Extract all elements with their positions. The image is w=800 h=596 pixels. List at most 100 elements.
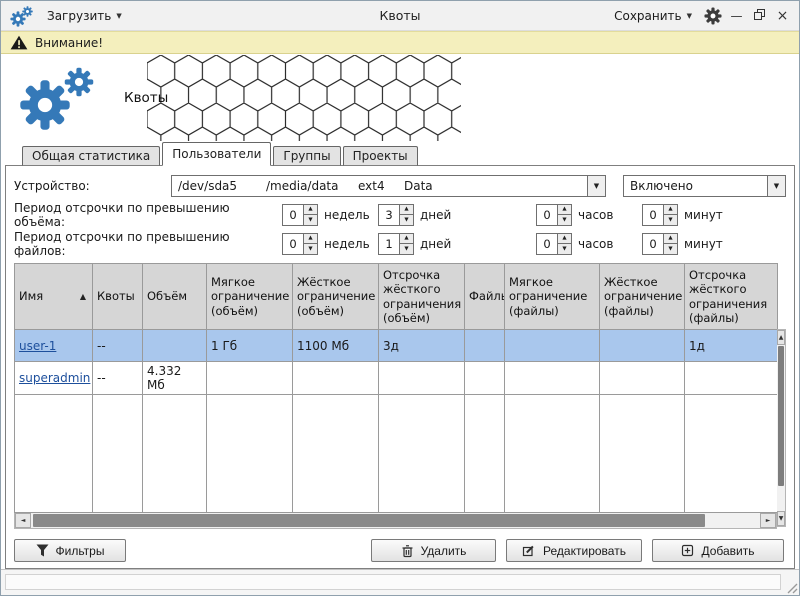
users-table-zone: Имя▲ Квоты Объём Мягкое ограничение (объ… [14,263,786,529]
status-bar [1,569,799,595]
spin-down-icon[interactable]: ▼ [558,214,571,225]
maximize-button[interactable] [751,8,768,24]
vertical-scrollbar[interactable]: ▲ ▼ [777,329,786,527]
cell-hard-volume [293,362,379,395]
horizontal-scroll-thumb[interactable] [33,514,705,527]
edit-button[interactable]: Редактировать [506,539,642,562]
delete-button[interactable]: Удалить [371,539,496,562]
grace-files-label: Период отсрочки по превышению файлов: [14,230,276,258]
grace-files-hours-stepper[interactable]: 0 ▲▼ [536,233,572,255]
close-button[interactable]: × [774,8,791,24]
spin-value[interactable]: 0 [643,234,663,254]
column-header-quotas[interactable]: Квоты [93,264,143,330]
spin-up-icon[interactable]: ▲ [304,234,317,244]
spin-value[interactable]: 0 [537,234,557,254]
column-header-soft-volume[interactable]: Мягкое ограничение (объём) [207,264,293,330]
spin-value[interactable]: 0 [643,205,663,225]
tab-projects[interactable]: Проекты [343,146,418,166]
spin-down-icon[interactable]: ▼ [400,243,413,254]
unit-days-label: дней [420,237,530,251]
column-header-hard-files[interactable]: Жёсткое ограничение (файлы) [600,264,685,330]
quota-status-value: Включено [630,179,693,193]
grace-volume-days-stepper[interactable]: 3 ▲▼ [378,204,414,226]
spin-value[interactable]: 0 [283,205,303,225]
combo-arrow-icon[interactable]: ▼ [767,176,785,196]
settings-gear-icon[interactable] [704,7,722,25]
table-header-row: Имя▲ Квоты Объём Мягкое ограничение (объ… [15,264,778,330]
grace-volume-minutes-stepper[interactable]: 0 ▲▼ [642,204,678,226]
spin-up-icon[interactable]: ▲ [664,205,677,215]
spin-up-icon[interactable]: ▲ [400,205,413,215]
cell-hard-files [600,330,685,362]
load-menu-button[interactable]: Загрузить ▼ [41,6,128,26]
cell-soft-files [505,330,600,362]
column-header-volume[interactable]: Объём [143,264,207,330]
scroll-left-icon[interactable]: ◄ [15,513,31,528]
vertical-scroll-thumb[interactable] [778,346,784,486]
column-header-grace-files[interactable]: Отсрочка жёсткого ограничения (файлы) [685,264,778,330]
spin-down-icon[interactable]: ▼ [664,214,677,225]
tab-general-statistics[interactable]: Общая статистика [22,146,160,166]
cell-files [465,362,505,395]
horizontal-scroll-track[interactable] [31,513,760,528]
cell-hard-files [600,362,685,395]
spin-value[interactable]: 3 [379,205,399,225]
column-header-soft-files[interactable]: Мягкое ограничение (файлы) [505,264,600,330]
spin-up-icon[interactable]: ▲ [558,234,571,244]
spin-down-icon[interactable]: ▼ [304,214,317,225]
spin-up-icon[interactable]: ▲ [304,205,317,215]
delete-button-label: Удалить [421,544,467,558]
scroll-down-icon[interactable]: ▼ [777,511,785,526]
table-row[interactable]: superadmin -- 4.332 Мб [15,362,778,395]
column-header-files[interactable]: Файлы [465,264,505,330]
device-fstype: ext4 [358,179,404,193]
grace-files-days-stepper[interactable]: 1 ▲▼ [378,233,414,255]
spin-up-icon[interactable]: ▲ [400,234,413,244]
cell-grace-volume [379,362,465,395]
combo-arrow-icon[interactable]: ▼ [587,176,605,196]
spin-value[interactable]: 0 [283,234,303,254]
filters-button[interactable]: Фильтры [14,539,126,562]
spin-down-icon[interactable]: ▼ [400,214,413,225]
column-label: Имя [19,289,43,303]
cell-grace-files [685,362,778,395]
cell-volume: 4.332 Мб [143,362,207,395]
device-select[interactable]: /dev/sda5 /media/data ext4 Data ▼ [171,175,606,197]
spin-down-icon[interactable]: ▼ [664,243,677,254]
scroll-up-icon[interactable]: ▲ [777,330,785,345]
table-row[interactable]: user-1 -- 1 Гб 1100 Мб 3д 1д [15,330,778,362]
grace-volume-row: Период отсрочки по превышению объёма: 0 … [14,200,786,229]
spin-up-icon[interactable]: ▲ [558,205,571,215]
horizontal-scrollbar[interactable]: ◄ ► [14,513,777,529]
scroll-right-icon[interactable]: ► [760,513,776,528]
column-header-name[interactable]: Имя▲ [15,264,93,330]
tab-groups[interactable]: Группы [273,146,340,166]
device-row: Устройство: /dev/sda5 /media/data ext4 D… [14,172,786,200]
user-link[interactable]: superadmin [19,371,90,385]
add-button[interactable]: Добавить [652,539,784,562]
grace-volume-weeks-stepper[interactable]: 0 ▲▼ [282,204,318,226]
save-menu-button[interactable]: Сохранить ▼ [608,6,698,26]
spin-down-icon[interactable]: ▼ [558,243,571,254]
spin-value[interactable]: 1 [379,234,399,254]
spin-down-icon[interactable]: ▼ [304,243,317,254]
grace-volume-hours-stepper[interactable]: 0 ▲▼ [536,204,572,226]
resize-grip[interactable] [785,581,798,594]
column-header-hard-volume[interactable]: Жёсткое ограничение (объём) [293,264,379,330]
column-header-grace-volume[interactable]: Отсрочка жёсткого ограничения (объём) [379,264,465,330]
user-link[interactable]: user-1 [19,339,56,353]
spin-value[interactable]: 0 [537,205,557,225]
cell-quotas: -- [93,362,143,395]
spin-up-icon[interactable]: ▲ [664,234,677,244]
grace-files-minutes-stepper[interactable]: 0 ▲▼ [642,233,678,255]
grace-files-weeks-stepper[interactable]: 0 ▲▼ [282,233,318,255]
warning-icon [10,35,28,50]
unit-weeks-label: недель [324,208,372,222]
vertical-scroll-track[interactable] [777,345,785,511]
quota-status-select[interactable]: Включено ▼ [623,175,786,197]
tab-bar: Общая статистика Пользователи Группы Про… [1,142,799,166]
tab-users[interactable]: Пользователи [162,142,271,166]
table-empty-area [15,395,778,513]
add-button-label: Добавить [701,544,754,558]
minimize-button[interactable]: — [728,8,745,24]
